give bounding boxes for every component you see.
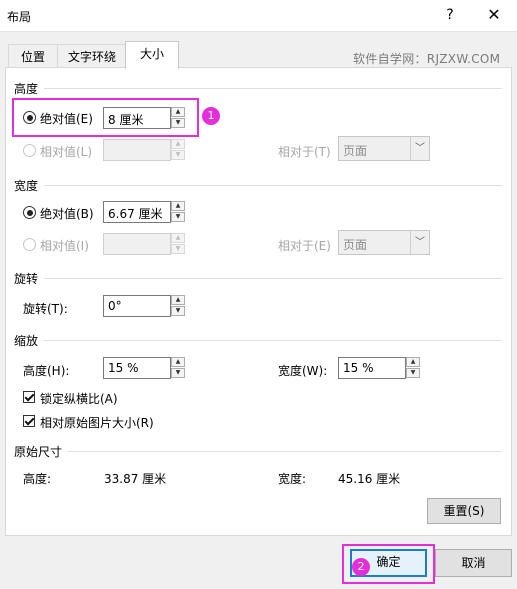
width-absolute-label[interactable]: 绝对值(B) <box>40 205 94 222</box>
width-relative-to-label: 相对于(E) <box>278 239 331 253</box>
rotation-input[interactable]: 0° <box>103 295 171 317</box>
original-section-title: 原始尺寸 <box>14 445 63 459</box>
spin-down-icon[interactable]: ▼ <box>171 306 185 316</box>
width-absolute-input[interactable]: 6.67 厘米 <box>103 201 171 223</box>
tab-position[interactable]: 位置 <box>8 44 58 69</box>
title-bar: 布局 ? ✕ <box>0 0 517 32</box>
spin-up-icon[interactable]: ▲ <box>171 139 185 149</box>
height-relative-label[interactable]: 相对值(L) <box>40 143 92 160</box>
rotation-section-title: 旋转 <box>14 272 39 286</box>
spin-down-icon[interactable]: ▼ <box>171 118 185 128</box>
spin-up-icon[interactable]: ▲ <box>406 357 420 367</box>
original-height-value: 33.87 厘米 <box>104 472 167 486</box>
rotation-value: 0° <box>108 299 122 313</box>
annotation-badge-2: 2 <box>352 558 370 576</box>
width-relative-to-select[interactable]: 页面 ﹀ <box>338 230 430 255</box>
original-width-label: 宽度: <box>278 472 307 486</box>
height-absolute-value: 8 厘米 <box>108 113 144 127</box>
height-absolute-input[interactable]: 8 厘米 <box>103 107 171 129</box>
scale-width-label: 宽度(W): <box>278 364 328 378</box>
spin-down-icon[interactable]: ▼ <box>171 368 185 378</box>
tab-text-wrap[interactable]: 文字环绕 <box>57 44 127 69</box>
chevron-down-icon[interactable]: ﹀ <box>410 231 429 254</box>
height-relative-to-label: 相对于(T) <box>278 145 331 159</box>
width-absolute-spinner[interactable]: ▲ ▼ <box>171 201 185 223</box>
height-section-title: 高度 <box>14 82 39 96</box>
height-absolute-label[interactable]: 绝对值(E) <box>40 110 93 127</box>
height-relative-radio[interactable] <box>23 144 36 157</box>
scale-height-spinner[interactable]: ▲ ▼ <box>171 357 185 379</box>
lock-aspect-checkbox[interactable] <box>23 391 35 403</box>
annotation-badge-1: 1 <box>202 107 220 125</box>
original-separator <box>68 451 502 452</box>
width-section-title: 宽度 <box>14 179 39 193</box>
height-absolute-spinner[interactable]: ▲ ▼ <box>171 107 185 129</box>
rotation-separator <box>44 278 502 279</box>
rotation-label: 旋转(T): <box>23 302 68 316</box>
watermark: 软件自学网：RJZXW.COM <box>353 52 501 66</box>
cancel-button[interactable]: 取消 <box>435 549 512 577</box>
width-relative-spinner[interactable]: ▲ ▼ <box>171 233 185 255</box>
width-relative-radio[interactable] <box>23 238 36 251</box>
spin-down-icon[interactable]: ▼ <box>171 150 185 160</box>
height-relative-to-select[interactable]: 页面 ﹀ <box>338 136 430 161</box>
width-relative-label[interactable]: 相对值(I) <box>40 237 89 254</box>
width-separator <box>44 185 502 186</box>
width-absolute-radio[interactable] <box>23 206 36 219</box>
original-width-value: 45.16 厘米 <box>338 472 401 486</box>
tab-size[interactable]: 大小 <box>125 41 179 69</box>
height-separator <box>44 88 502 89</box>
spin-down-icon[interactable]: ▼ <box>406 368 420 378</box>
height-relative-spinner[interactable]: ▲ ▼ <box>171 139 185 161</box>
scale-height-value: 15 % <box>108 361 139 375</box>
close-icon[interactable]: ✕ <box>483 5 505 25</box>
scale-height-input[interactable]: 15 % <box>103 357 171 379</box>
spin-down-icon[interactable]: ▼ <box>171 244 185 254</box>
help-icon[interactable]: ? <box>440 5 460 25</box>
original-height-label: 高度: <box>23 472 52 486</box>
spin-up-icon[interactable]: ▲ <box>171 107 185 117</box>
relative-original-checkbox[interactable] <box>23 415 35 427</box>
scale-width-input[interactable]: 15 % <box>338 357 406 379</box>
size-panel <box>5 67 512 536</box>
scale-height-label: 高度(H): <box>23 364 70 378</box>
relative-original-label[interactable]: 相对原始图片大小(R) <box>40 414 154 431</box>
spin-down-icon[interactable]: ▼ <box>171 212 185 222</box>
height-relative-input[interactable] <box>103 139 171 161</box>
spin-up-icon[interactable]: ▲ <box>171 233 185 243</box>
width-absolute-value: 6.67 厘米 <box>108 207 163 221</box>
spin-up-icon[interactable]: ▲ <box>171 295 185 305</box>
height-absolute-radio[interactable] <box>23 111 36 124</box>
window-title: 布局 <box>7 10 32 24</box>
width-relative-input[interactable] <box>103 233 171 255</box>
scale-separator <box>44 340 502 341</box>
scale-section-title: 缩放 <box>14 334 39 348</box>
spin-up-icon[interactable]: ▲ <box>171 357 185 367</box>
reset-button[interactable]: 重置(S) <box>427 498 501 524</box>
scale-width-value: 15 % <box>343 361 374 375</box>
chevron-down-icon[interactable]: ﹀ <box>410 137 429 160</box>
spin-up-icon[interactable]: ▲ <box>171 201 185 211</box>
scale-width-spinner[interactable]: ▲ ▼ <box>406 357 420 379</box>
lock-aspect-label[interactable]: 锁定纵横比(A) <box>40 390 118 407</box>
rotation-spinner[interactable]: ▲ ▼ <box>171 295 185 317</box>
